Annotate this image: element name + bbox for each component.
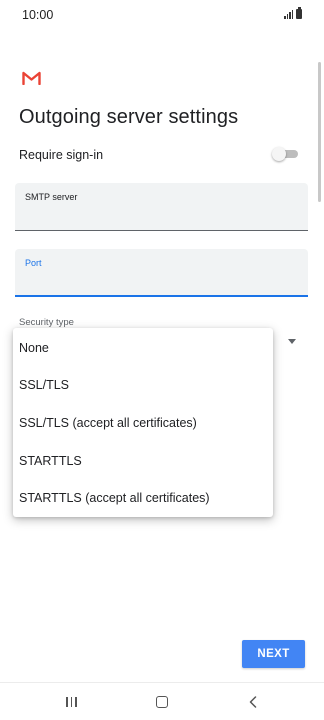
smtp-server-input[interactable]	[25, 207, 295, 222]
security-type-dropdown-menu: None SSL/TLS SSL/TLS (accept all certifi…	[13, 328, 273, 517]
dropdown-option-starttls-accept-all[interactable]: STARTTLS (accept all certificates)	[19, 491, 210, 505]
require-signin-label: Require sign-in	[19, 148, 104, 162]
recent-apps-icon[interactable]	[66, 697, 77, 707]
next-button[interactable]: NEXT	[242, 640, 305, 668]
require-signin-toggle[interactable]	[272, 147, 298, 161]
dropdown-arrow-icon[interactable]	[288, 339, 296, 344]
port-input[interactable]	[25, 272, 295, 287]
port-field[interactable]: Port	[15, 249, 308, 297]
port-label: Port	[25, 258, 42, 268]
navigation-bar	[0, 682, 324, 720]
page-title: Outgoing server settings	[19, 106, 239, 128]
smtp-server-field[interactable]: SMTP server	[15, 183, 308, 231]
smtp-server-label: SMTP server	[25, 192, 78, 202]
dropdown-option-ssl-tls-accept-all[interactable]: SSL/TLS (accept all certificates)	[19, 416, 197, 430]
back-icon[interactable]	[248, 696, 258, 708]
status-icons	[284, 7, 302, 19]
dropdown-option-ssl-tls[interactable]: SSL/TLS	[19, 378, 69, 392]
home-icon[interactable]	[156, 696, 168, 708]
status-time: 10:00	[22, 8, 54, 22]
status-bar: 10:00	[0, 0, 324, 30]
dropdown-option-starttls[interactable]: STARTTLS	[19, 454, 82, 468]
scroll-indicator	[318, 62, 321, 202]
gmail-icon	[22, 71, 41, 85]
battery-icon	[296, 7, 302, 19]
signal-icon	[284, 10, 293, 19]
dropdown-option-none[interactable]: None	[19, 341, 49, 355]
security-type-label: Security type	[19, 317, 74, 328]
toggle-thumb	[272, 147, 286, 161]
